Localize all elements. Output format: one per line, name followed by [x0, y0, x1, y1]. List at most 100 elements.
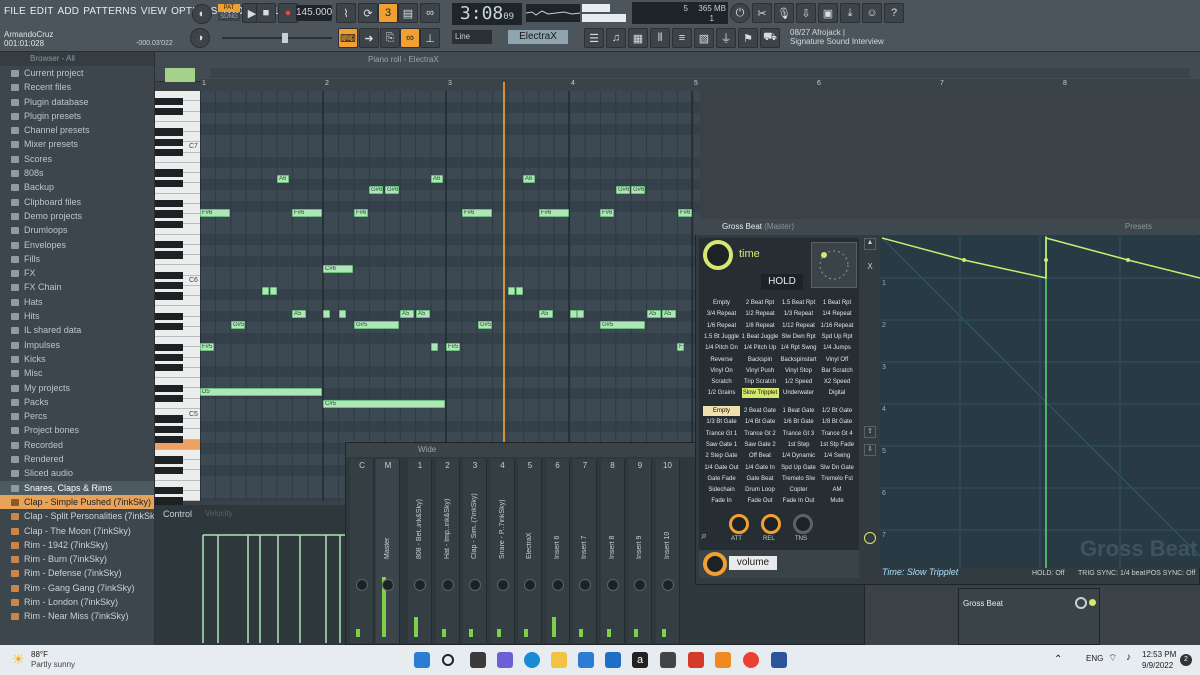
edge-icon[interactable] — [524, 652, 540, 668]
note[interactable]: A6 — [431, 175, 443, 183]
black-key[interactable] — [155, 466, 183, 474]
preset-button[interactable]: AM — [819, 485, 856, 495]
preset-button[interactable]: 1 Beat Gate — [780, 406, 817, 416]
clock-time[interactable]: 12:53 PM — [1142, 650, 1176, 659]
black-key[interactable] — [155, 148, 183, 157]
piano-roll-overview[interactable] — [210, 68, 1190, 78]
note[interactable]: G#5 — [231, 321, 245, 329]
stop-button[interactable]: ■ — [256, 3, 276, 23]
note[interactable]: F#6 — [678, 209, 692, 217]
master-pitch-knob-icon[interactable]: ◑ — [190, 28, 210, 48]
piano-roll-ruler[interactable]: 1 2 3 4 5 6 7 8 — [200, 79, 1200, 91]
snap-select[interactable]: Line — [452, 30, 492, 44]
weather-icon[interactable]: ☀ — [12, 651, 28, 667]
preset-button[interactable]: Gate Fade — [703, 474, 740, 484]
preset-button[interactable]: 1.5 Beat Rpt — [780, 298, 817, 308]
black-key[interactable] — [155, 200, 183, 208]
piano-keyboard[interactable]: C7 C6 C5 — [155, 91, 200, 505]
tempo-knob-icon[interactable]: ◐ — [192, 4, 212, 24]
preset-button[interactable]: 1st Stp Fade — [819, 440, 856, 450]
note[interactable]: G#6 — [385, 186, 399, 194]
loop-record-icon[interactable]: ∞ — [420, 3, 440, 23]
mixer-track[interactable]: C — [350, 459, 374, 643]
weather-temp[interactable]: 88°F — [31, 650, 48, 659]
mixer-insert-name[interactable]: Clap - Sim..(7inkSky) — [471, 479, 478, 559]
mixer-track-number[interactable]: 4 — [491, 461, 515, 470]
preset-button[interactable]: Trance Gt 2 — [742, 429, 779, 439]
preset-button[interactable]: 1st Step — [780, 440, 817, 450]
preset-button[interactable]: Trance Gt 4 — [819, 429, 856, 439]
pan-knob[interactable] — [579, 579, 591, 591]
browser-file[interactable]: Rim - Near Miss (7inkSky) — [0, 609, 154, 623]
mixer-insert-name[interactable]: Insert 9 — [636, 479, 643, 559]
note[interactable] — [431, 343, 438, 351]
note[interactable] — [516, 287, 523, 295]
preset-button[interactable]: 1/4 Gate In — [742, 463, 779, 473]
record-button[interactable]: ● — [278, 3, 298, 23]
plug-icon[interactable]: ⏚ — [716, 28, 736, 48]
browser-folder[interactable]: FX Chain — [0, 280, 154, 294]
black-key[interactable] — [155, 220, 183, 228]
black-key[interactable] — [155, 128, 183, 136]
search-icon[interactable] — [442, 654, 454, 666]
preset-button[interactable]: Copter — [780, 485, 817, 495]
browser-folder[interactable]: Plugin database — [0, 95, 154, 109]
tool-clock-icon[interactable] — [864, 532, 876, 544]
note[interactable] — [577, 310, 584, 318]
browser-folder[interactable]: Envelopes — [0, 238, 154, 252]
black-key[interactable] — [155, 435, 183, 444]
preset-button[interactable]: 1/12 Repeat — [780, 321, 817, 331]
preset-button[interactable]: 1/8 Bt Gate — [819, 417, 856, 427]
pan-knob[interactable] — [382, 579, 394, 591]
preset-button[interactable]: Empty — [703, 298, 740, 308]
note[interactable] — [508, 287, 515, 295]
preset-button[interactable]: 1/4 Pitch Dn — [703, 343, 740, 353]
office-icon[interactable] — [688, 652, 704, 668]
pan-knob[interactable] — [469, 579, 481, 591]
black-key[interactable] — [155, 312, 183, 321]
black-key[interactable] — [155, 282, 183, 290]
preset-button[interactable]: 2 Step Gate — [703, 451, 740, 461]
start-icon[interactable] — [414, 652, 430, 668]
preset-button[interactable]: 1/4 Gate Out — [703, 463, 740, 473]
piano-roll-icon[interactable]: ♫ — [606, 28, 626, 48]
preset-button[interactable]: Underwater — [780, 388, 817, 398]
preset-button[interactable]: Slw Dn Gate — [819, 463, 856, 473]
preset-button[interactable]: Gate Beat — [742, 474, 779, 484]
note[interactable]: F#5 — [200, 343, 214, 351]
preset-button[interactable]: 1/4 Repeat — [819, 309, 856, 319]
pan-knob[interactable] — [661, 579, 674, 591]
preset-button[interactable]: Saw Gate 1 — [703, 440, 740, 450]
preset-button[interactable]: Backspinstart — [780, 355, 817, 365]
note[interactable]: A5 — [662, 310, 676, 318]
mixer-track-number[interactable]: 5 — [518, 461, 542, 470]
menu-patterns[interactable]: PATTERNS — [83, 6, 136, 17]
browser-file[interactable]: Clap - Simple Pushed (7inkSky) — [0, 494, 154, 510]
note[interactable]: G#5 — [478, 321, 492, 329]
browser-folder[interactable]: Misc — [0, 366, 154, 380]
note[interactable]: A6 — [277, 175, 289, 183]
preset-button[interactable]: Slw Dwn Rpt — [780, 332, 817, 342]
browser-folder[interactable]: Plugin presets — [0, 109, 154, 123]
preset-button[interactable]: 1/4 Rpt Swng — [780, 343, 817, 353]
cart-icon[interactable]: ⛟ — [760, 28, 780, 48]
note[interactable]: F#6 — [200, 209, 230, 217]
preset-button[interactable]: 1/8 Repeat — [742, 321, 779, 331]
browser-folder[interactable]: IL shared data — [0, 323, 154, 337]
preset-button[interactable]: 1/4 Jumps — [819, 343, 856, 353]
countdown-icon[interactable]: 3 — [378, 3, 398, 23]
preset-button[interactable]: 3/4 Repeat — [703, 309, 740, 319]
note[interactable]: A5 — [416, 310, 430, 318]
preset-button[interactable]: Fade Out — [742, 496, 779, 506]
black-key[interactable] — [155, 241, 183, 249]
browser-folder[interactable]: Channel presets — [0, 123, 154, 137]
file-explorer-icon[interactable] — [551, 652, 567, 668]
effect-mix-knob[interactable] — [1075, 597, 1087, 609]
preset-button[interactable]: Spd Up Gate — [780, 463, 817, 473]
teams-icon[interactable] — [497, 652, 513, 668]
preset-button[interactable]: Bar Scratch — [819, 366, 856, 376]
preset-button[interactable]: 1/4 Dynamic — [780, 451, 817, 461]
channel-rack-icon[interactable]: ▦ — [628, 28, 648, 48]
volume-icon[interactable]: ♪ — [1126, 652, 1131, 663]
preset-button[interactable]: 1/6 Bt Gate — [780, 417, 817, 427]
